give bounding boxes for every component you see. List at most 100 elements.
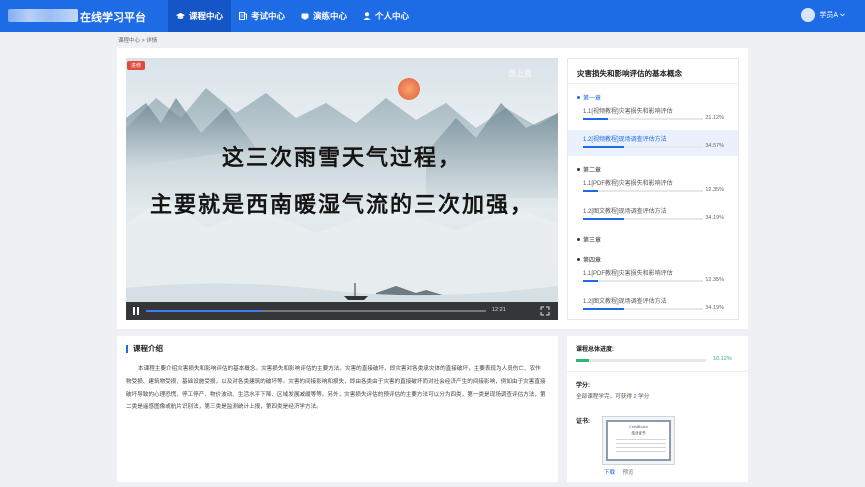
nav-practice-center-label: 演练中心 — [313, 11, 348, 21]
lesson-item[interactable]: 1.1[PDF教程]灾害损失和影响评估 12.35% — [568, 174, 738, 200]
pause-button[interactable] — [132, 307, 140, 315]
top-nav-bar: 在线学习平台 课程中心 考试中心 演练中心 个人中心 学员A — [0, 0, 865, 32]
exam-icon — [239, 12, 248, 20]
lesson-progress-bar — [583, 190, 703, 192]
lesson-item-active[interactable]: 1.2[视频教程]现场调查评估方法 34.57% — [568, 130, 738, 156]
chapter-4[interactable]: 第四章 — [577, 255, 601, 264]
credit-prefix: 全部课程学完，可获得 — [576, 394, 634, 400]
lesson-item[interactable]: 1.2[图文教程]现场调查评估方法 34.19% — [568, 292, 738, 318]
course-progress-card: 课程总体进度: 10.12% 学分: 全部课程学完，可获得 2 学分 证书: C… — [567, 336, 748, 482]
divider — [567, 371, 748, 372]
bullet-icon — [577, 168, 580, 171]
certificate-actions: 下载 预览 — [604, 468, 640, 476]
person-icon — [363, 12, 371, 20]
video-time: 12:21 — [492, 307, 506, 313]
logo[interactable] — [8, 9, 78, 22]
lesson-progress-bar — [583, 218, 703, 220]
chapter-3-label: 第三章 — [583, 238, 602, 244]
fullscreen-icon[interactable] — [540, 306, 550, 316]
nav-practice-center[interactable]: 演练中心 — [293, 0, 355, 32]
certificate-line — [616, 447, 666, 448]
subtitle-line-2: 主要就是西南暖湿气流的三次加强， — [149, 192, 534, 218]
lesson-progress-bar — [583, 308, 703, 310]
bullet-icon — [577, 96, 580, 99]
video-badge: 进修 — [127, 61, 146, 70]
user-menu[interactable]: 学员A — [801, 8, 845, 22]
breadcrumb[interactable]: 课程中心 > 详情 — [118, 36, 157, 44]
chapter-1-label: 第一章 — [583, 96, 602, 102]
overall-progress-bar — [576, 359, 706, 362]
video-progress-fill — [146, 310, 262, 312]
user-name: 学员A — [819, 12, 838, 19]
lesson-name: 1.1[视频教程]灾害损失和影响评估 — [583, 109, 673, 115]
lesson-name: 1.2[图文教程]现场调查评估方法 — [583, 209, 667, 215]
certificate-preview: Certificate 结业证书 — [606, 420, 671, 461]
credit-text: 全部课程学完，可获得 2 学分 — [576, 392, 649, 400]
platform-title[interactable]: 在线学习平台 — [80, 9, 146, 25]
avatar[interactable] — [801, 8, 816, 22]
certificate-subheading: 结业证书 — [631, 431, 646, 435]
download-link[interactable]: 下载 — [604, 470, 615, 476]
intro-title: 课程介绍 — [126, 345, 163, 353]
course-intro-card: 课程介绍 本课程主要介绍灾害损失和影响评估的基本概念。灾害损失和影响评估的主要方… — [117, 336, 558, 482]
certificate-heading: Certificate — [629, 425, 648, 429]
lesson-progress-fill — [583, 146, 625, 148]
video-watermark: 登上我 — [508, 69, 532, 78]
lesson-name: 1.1[PDF教程]灾害损失和影响评估 — [583, 271, 673, 277]
main-nav: 课程中心 考试中心 演练中心 个人中心 — [168, 0, 417, 32]
credit-suffix: 学分 — [636, 394, 650, 400]
chapter-2-label: 第二章 — [583, 168, 602, 174]
lesson-name: 1.1[PDF教程]灾害损失和影响评估 — [583, 181, 673, 187]
bullet-icon — [577, 238, 580, 241]
video-controls: 12:21 — [126, 302, 558, 320]
nav-exam-center[interactable]: 考试中心 — [231, 0, 293, 32]
chevron-down-icon — [840, 13, 845, 17]
lesson-progress-fill — [583, 118, 609, 120]
nav-course-center[interactable]: 课程中心 — [168, 0, 232, 32]
video-player[interactable]: 进修 登上我 这三次雨雪天气过程， 主要就是西南暖湿气流的三次加强， 12:21 — [126, 58, 558, 320]
certificate-label: 证书: — [576, 419, 590, 425]
lesson-name: 1.2[图文教程]现场调查评估方法 — [583, 299, 667, 305]
lesson-percent: 12.35% — [705, 187, 724, 193]
graduation-cap-icon — [176, 12, 185, 19]
nav-course-center-label: 课程中心 — [189, 11, 224, 21]
nav-personal-center[interactable]: 个人中心 — [355, 0, 417, 32]
lesson-percent: 21.12% — [705, 115, 724, 121]
subtitle-line-1: 这三次雨雪天气过程， — [221, 145, 462, 171]
chapter-4-label: 第四章 — [583, 258, 602, 264]
chapter-2[interactable]: 第二章 — [577, 165, 601, 174]
lesson-progress-bar — [583, 146, 703, 148]
lesson-progress-bar — [583, 118, 703, 120]
nav-personal-center-label: 个人中心 — [375, 11, 410, 21]
preview-link[interactable]: 预览 — [623, 470, 634, 476]
certificate-thumbnail[interactable]: Certificate 结业证书 — [602, 416, 675, 465]
overall-progress-fill — [576, 359, 590, 362]
nav-exam-center-label: 考试中心 — [251, 11, 286, 21]
chapter-list: 灾害损失和影响评估的基本概念 第一章 1.1[视频教程]灾害损失和影响评估 21… — [567, 58, 739, 320]
certificate-line — [616, 451, 666, 452]
lesson-percent: 34.19% — [705, 215, 724, 221]
divider — [568, 83, 738, 84]
chapter-3[interactable]: 第三章 — [577, 235, 601, 244]
intro-text: 本课程主要介绍灾害损失和影响评估的基本概念。灾害损失和影响评估的主要方法。灾害的… — [126, 366, 546, 411]
chapter-list-title: 灾害损失和影响评估的基本概念 — [577, 69, 682, 78]
lesson-percent: 12.35% — [705, 277, 724, 283]
lesson-progress-fill — [583, 280, 598, 282]
bullet-icon — [577, 258, 580, 261]
lesson-item[interactable]: 1.1[PDF教程]灾害损失和影响评估 12.35% — [568, 264, 738, 290]
lesson-progress-bar — [583, 280, 703, 282]
certificate-line — [616, 439, 666, 440]
certificate-line — [616, 443, 666, 444]
video-progress-bar[interactable] — [146, 310, 486, 312]
practice-icon — [301, 13, 309, 20]
lesson-progress-fill — [583, 190, 598, 192]
lesson-item[interactable]: 1.2[图文教程]现场调查评估方法 34.19% — [568, 202, 738, 228]
lesson-progress-fill — [583, 218, 625, 220]
lesson-percent: 34.57% — [705, 143, 724, 149]
lesson-progress-fill — [583, 308, 625, 310]
overall-progress-percent: 10.12% — [713, 356, 732, 362]
lesson-item[interactable]: 1.1[视频教程]灾害损失和影响评估 21.12% — [568, 102, 738, 128]
course-player-card: 进修 登上我 这三次雨雪天气过程， 主要就是西南暖湿气流的三次加强， 12:21… — [117, 48, 748, 329]
lesson-percent: 34.19% — [705, 305, 724, 311]
chapter-1[interactable]: 第一章 — [577, 93, 601, 102]
